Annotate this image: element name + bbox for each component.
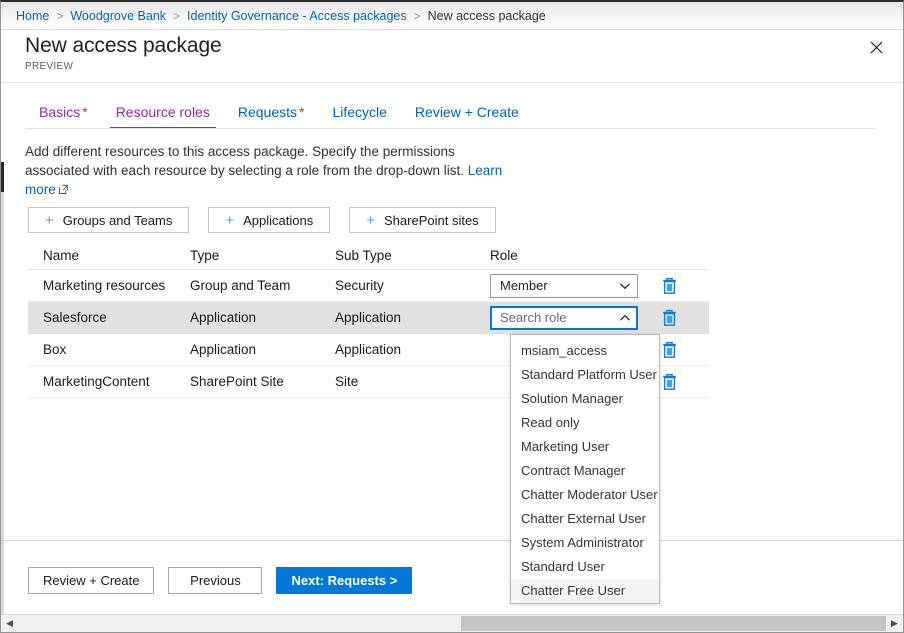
- page-header: New access package PREVIEW: [25, 34, 222, 72]
- trash-icon[interactable]: [661, 276, 678, 295]
- cell-type: Application: [190, 342, 335, 357]
- tab-review-create-label: Review + Create: [415, 104, 519, 120]
- cell-sub-type: Site: [335, 374, 490, 389]
- role-option-standard-user[interactable]: Standard User: [511, 555, 659, 579]
- breadcrumb-separator: >: [56, 9, 63, 23]
- scroll-left-arrow-icon[interactable]: ◀: [1, 615, 18, 632]
- role-option-system-administrator[interactable]: System Administrator: [511, 531, 659, 555]
- tab-basics-label: Basics: [39, 104, 80, 120]
- page-description: Add different resources to this access p…: [25, 142, 515, 199]
- cell-sub-type: Application: [335, 310, 490, 325]
- cell-role: Member: [490, 274, 652, 298]
- tabs-divider: [25, 128, 875, 129]
- column-header-type: Type: [190, 248, 335, 263]
- role-option-msiam-access[interactable]: msiam_access: [511, 339, 659, 363]
- cell-delete: [652, 276, 704, 295]
- role-dropdown-marketing-resources[interactable]: Member: [490, 274, 638, 298]
- add-applications-button[interactable]: + Applications: [208, 207, 330, 233]
- wizard-tabs: Basics* Resource roles Requests* Lifecyc…: [25, 102, 533, 129]
- chevron-up-icon: [619, 312, 631, 324]
- tab-requests[interactable]: Requests*: [224, 102, 319, 129]
- breadcrumb-separator: >: [173, 9, 180, 23]
- horizontal-scrollbar[interactable]: ◀ ▶: [1, 614, 903, 632]
- add-resource-toolbar: + Groups and Teams + Applications + Shar…: [28, 207, 496, 233]
- role-search-placeholder: Search role: [500, 310, 619, 325]
- column-header-name: Name: [28, 248, 190, 263]
- cell-name: MarketingContent: [28, 374, 190, 389]
- close-button[interactable]: [859, 30, 893, 64]
- access-package-wizard-window: Home > Woodgrove Bank > Identity Governa…: [0, 0, 904, 633]
- breadcrumb-separator: >: [414, 9, 421, 23]
- role-dropdown-value: Member: [500, 278, 619, 293]
- table-row[interactable]: Marketing resources Group and Team Secur…: [28, 270, 709, 302]
- add-sharepoint-sites-button[interactable]: + SharePoint sites: [349, 207, 495, 233]
- wizard-footer: Review + Create Previous Next: Requests …: [28, 567, 412, 594]
- role-option-marketing-user[interactable]: Marketing User: [511, 435, 659, 459]
- role-options-dropdown: msiam_access Standard Platform User Solu…: [510, 334, 660, 604]
- breadcrumb: Home > Woodgrove Bank > Identity Governa…: [1, 2, 903, 30]
- role-option-chatter-moderator-user[interactable]: Chatter Moderator User: [511, 483, 659, 507]
- table-row[interactable]: Salesforce Application Application Searc…: [28, 302, 709, 334]
- review-create-button[interactable]: Review + Create: [28, 567, 154, 594]
- role-option-read-only[interactable]: Read only: [511, 411, 659, 435]
- cell-role: Search role: [490, 306, 652, 330]
- tab-basics[interactable]: Basics*: [25, 102, 102, 129]
- cell-type: SharePoint Site: [190, 374, 335, 389]
- tab-lifecycle[interactable]: Lifecycle: [318, 102, 400, 129]
- tab-requests-label: Requests: [238, 104, 297, 120]
- plus-icon: +: [366, 213, 375, 228]
- column-header-role: Role: [490, 248, 652, 263]
- cell-type: Application: [190, 310, 335, 325]
- role-option-solution-manager[interactable]: Solution Manager: [511, 387, 659, 411]
- role-option-contract-manager[interactable]: Contract Manager: [511, 459, 659, 483]
- breadcrumb-item-current: New access package: [428, 9, 546, 23]
- page-title: New access package: [25, 34, 222, 58]
- cell-name: Marketing resources: [28, 278, 190, 293]
- cell-type: Group and Team: [190, 278, 335, 293]
- column-header-sub-type: Sub Type: [335, 248, 490, 263]
- cell-sub-type: Application: [335, 342, 490, 357]
- next-requests-button[interactable]: Next: Requests >: [276, 567, 412, 594]
- scrollbar-thumb[interactable]: [461, 616, 886, 631]
- previous-button[interactable]: Previous: [168, 567, 262, 594]
- tab-requests-required: *: [299, 104, 304, 120]
- tab-basics-required: *: [82, 104, 87, 120]
- trash-icon[interactable]: [661, 372, 678, 391]
- cell-sub-type: Security: [335, 278, 490, 293]
- trash-icon[interactable]: [661, 340, 678, 359]
- trash-icon[interactable]: [661, 308, 678, 327]
- external-link-icon: [59, 185, 68, 194]
- cell-name: Salesforce: [28, 310, 190, 325]
- panel-edge-marker: [1, 162, 4, 192]
- tab-resource-roles-label: Resource roles: [116, 104, 210, 120]
- chevron-down-icon: [619, 280, 631, 292]
- tab-lifecycle-label: Lifecycle: [332, 104, 386, 120]
- add-sharepoint-sites-label: SharePoint sites: [384, 213, 479, 228]
- role-option-standard-platform-user[interactable]: Standard Platform User: [511, 363, 659, 387]
- scrollbar-track[interactable]: [18, 615, 886, 632]
- table-header-row: Name Type Sub Type Role: [28, 242, 709, 270]
- add-groups-and-teams-button[interactable]: + Groups and Teams: [28, 207, 189, 233]
- page-description-text: Add different resources to this access p…: [25, 144, 468, 178]
- preview-badge: PREVIEW: [25, 61, 222, 72]
- role-option-chatter-free-user[interactable]: Chatter Free User: [511, 579, 659, 603]
- header-divider: [1, 82, 903, 83]
- left-gutter: [1, 192, 4, 616]
- cell-name: Box: [28, 342, 190, 357]
- scroll-right-arrow-icon[interactable]: ▶: [886, 615, 903, 632]
- breadcrumb-item-woodgrove-bank[interactable]: Woodgrove Bank: [70, 9, 166, 23]
- tab-review-create[interactable]: Review + Create: [401, 102, 533, 129]
- cell-delete: [652, 308, 704, 327]
- close-icon: [870, 41, 883, 54]
- role-search-input-salesforce[interactable]: Search role: [490, 306, 638, 330]
- breadcrumb-item-identity-governance[interactable]: Identity Governance - Access packages: [187, 9, 407, 23]
- breadcrumb-item-home[interactable]: Home: [16, 9, 49, 23]
- role-option-chatter-external-user[interactable]: Chatter External User: [511, 507, 659, 531]
- plus-icon: +: [45, 213, 54, 228]
- plus-icon: +: [225, 213, 234, 228]
- add-applications-label: Applications: [243, 213, 313, 228]
- footer-divider: [1, 540, 903, 541]
- tab-resource-roles[interactable]: Resource roles: [102, 102, 224, 129]
- add-groups-and-teams-label: Groups and Teams: [63, 213, 173, 228]
